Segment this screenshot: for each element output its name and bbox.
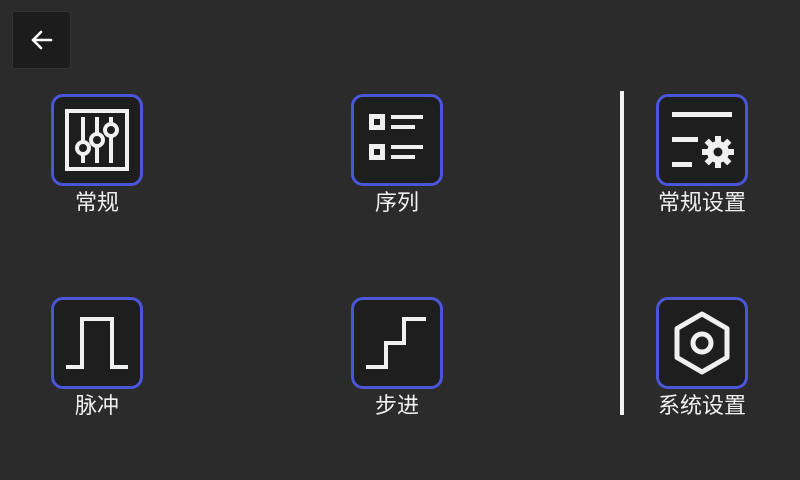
tile-sequence-label: 序列	[374, 191, 419, 216]
settings-home-screen: 常规 序列 脉冲 步进 常规设置 系统设置	[0, 0, 800, 480]
hexagon-nut-icon	[674, 311, 730, 375]
sliders-icon	[65, 109, 129, 171]
tile-step-icon-box	[351, 297, 443, 389]
tile-general-settings-label: 常规设置	[657, 191, 746, 216]
tile-step[interactable]: 步进	[342, 297, 452, 427]
tile-pulse-label: 脉冲	[74, 394, 119, 419]
tile-general-settings[interactable]: 常规设置	[644, 94, 760, 224]
tile-general-settings-icon-box	[656, 94, 748, 186]
staircase-icon	[366, 317, 426, 369]
list-icon	[369, 114, 423, 160]
tile-general-icon-box	[51, 94, 143, 186]
arrow-left-icon	[31, 30, 52, 50]
tile-general-label: 常规	[74, 191, 119, 216]
pulse-wave-icon	[66, 317, 128, 369]
vertical-divider	[620, 91, 624, 415]
tile-system-settings[interactable]: 系统设置	[644, 297, 760, 427]
tile-pulse-icon-box	[51, 297, 143, 389]
tile-pulse[interactable]: 脉冲	[42, 297, 152, 427]
tile-system-settings-label: 系统设置	[657, 394, 746, 419]
tile-step-label: 步进	[374, 394, 419, 419]
tile-sequence[interactable]: 序列	[342, 94, 452, 224]
settings-list-icon	[672, 112, 734, 168]
tile-general[interactable]: 常规	[42, 94, 152, 224]
tile-system-settings-icon-box	[656, 297, 748, 389]
back-button[interactable]	[12, 11, 71, 69]
tile-sequence-icon-box	[351, 94, 443, 186]
